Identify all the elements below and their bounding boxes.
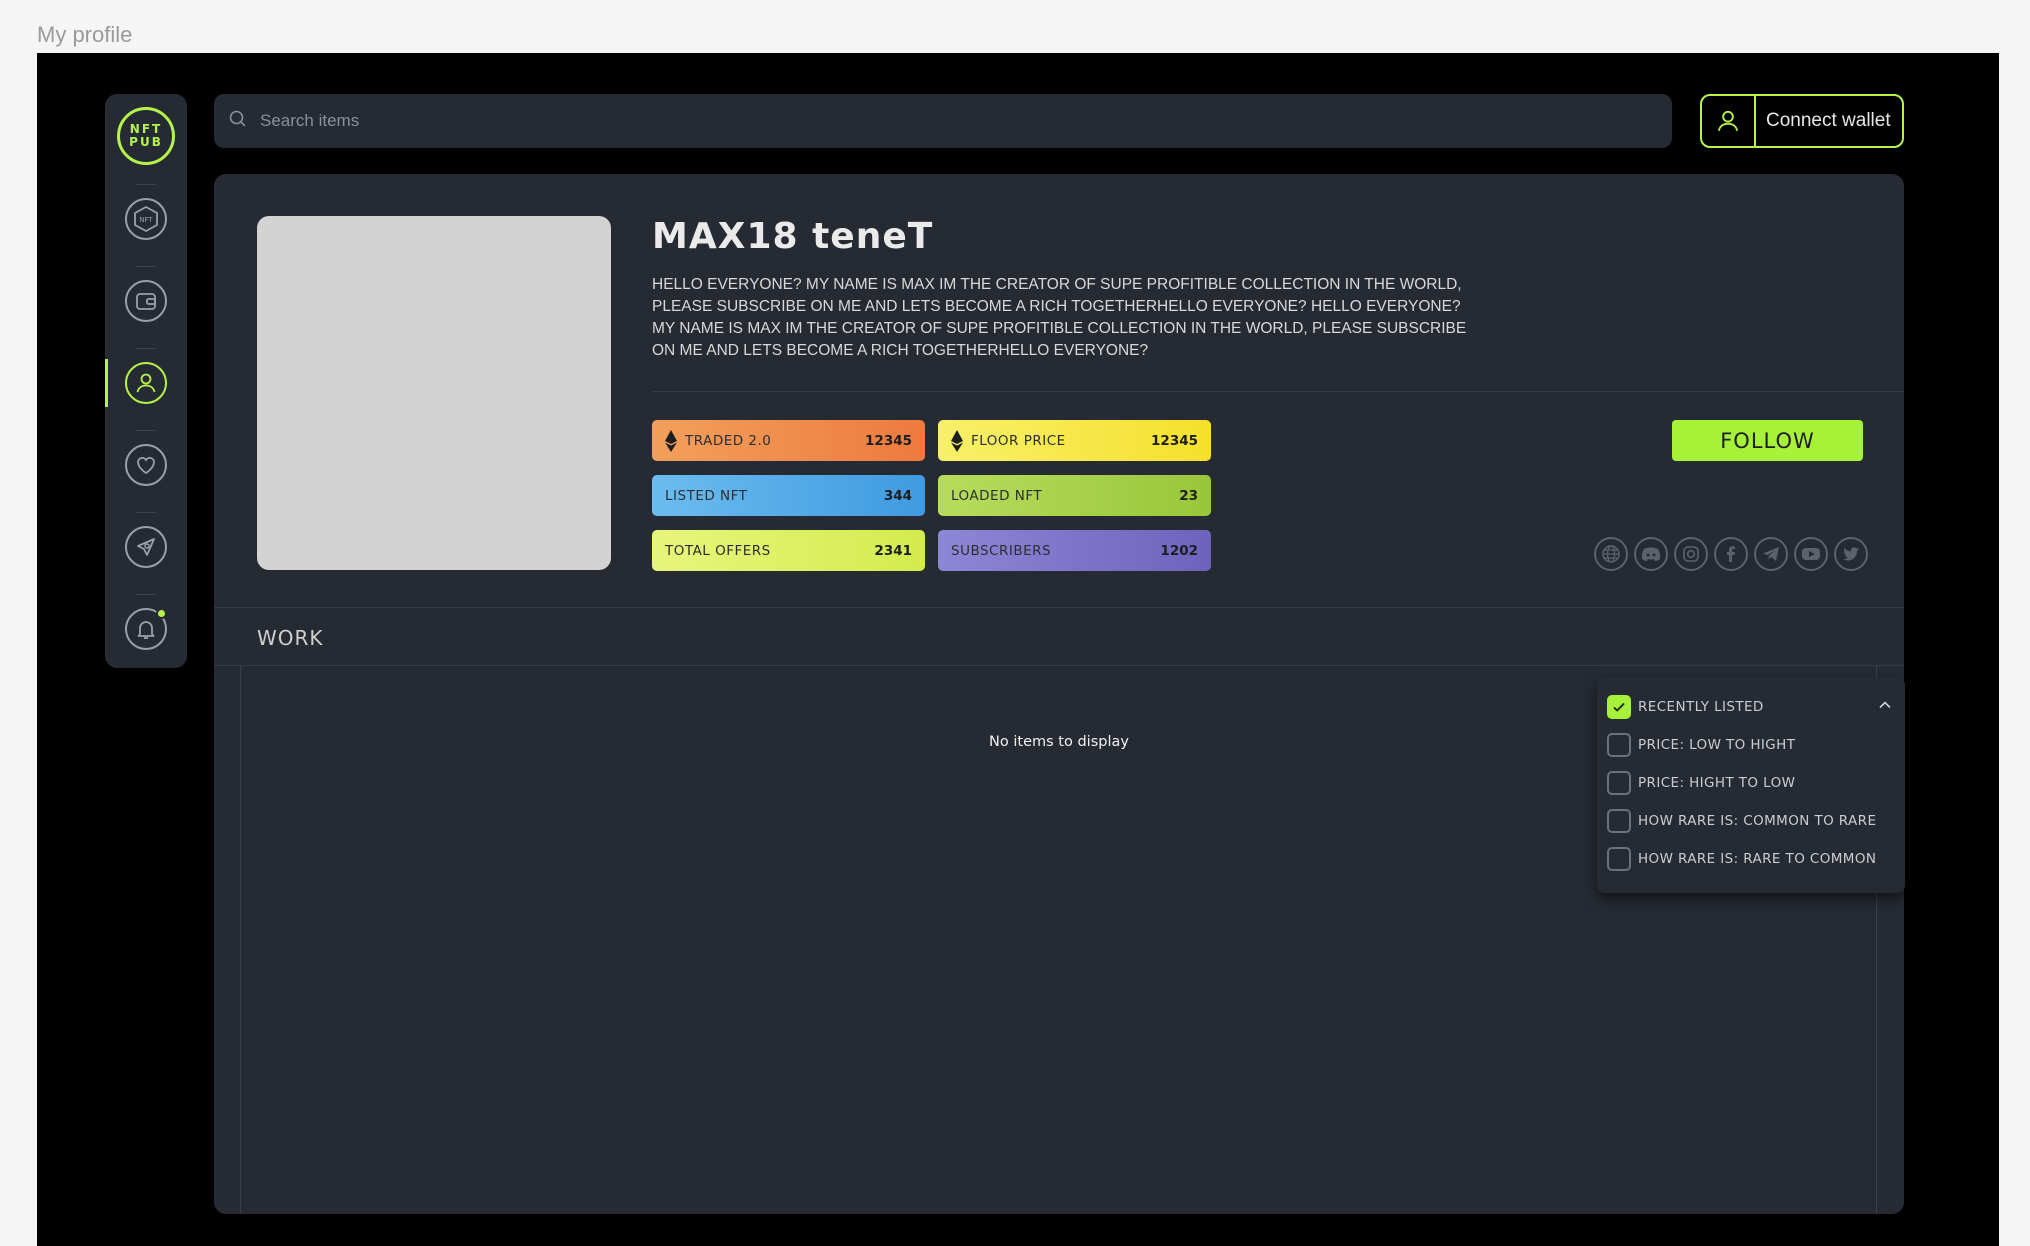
nav-divider: [136, 512, 156, 513]
stat-label: TRADED 2.0: [685, 432, 772, 449]
sort-dropdown: RECENTLY LISTED PRICE: LOW TO HIGHT PRIC…: [1597, 677, 1905, 893]
connect-wallet-label: Connect wallet: [1766, 110, 1891, 131]
youtube-icon[interactable]: [1794, 537, 1828, 571]
stat-label: FLOOR PRICE: [971, 432, 1066, 449]
sidebar: NFT PUB NFT: [105, 94, 187, 668]
heart-icon: [125, 444, 167, 486]
telegram-icon[interactable]: [1754, 537, 1788, 571]
sidebar-item-wallet[interactable]: [105, 269, 187, 333]
stat-traded: TRADED 2.0 12345: [652, 420, 925, 461]
search-input[interactable]: [260, 111, 1260, 131]
app-window: NFT PUB NFT Search items Connect wallet …: [37, 53, 1999, 1246]
sort-option-recently-listed[interactable]: RECENTLY LISTED: [1597, 688, 1905, 726]
sidebar-item-launch[interactable]: [105, 515, 187, 579]
notification-dot: [156, 608, 167, 619]
facebook-icon[interactable]: [1714, 537, 1748, 571]
stat-label: TOTAL OFFERS: [665, 542, 771, 559]
sidebar-item-notifications[interactable]: [105, 597, 187, 661]
checkbox-checked[interactable]: [1607, 695, 1631, 719]
stat-floor-price: FLOOR PRICE 12345: [938, 420, 1211, 461]
follow-button[interactable]: FOLLOW: [1672, 420, 1863, 461]
ethereum-icon: [951, 429, 963, 452]
work-section-title: WORK: [257, 626, 324, 650]
stat-value: 12345: [1151, 432, 1198, 449]
discord-icon[interactable]: [1634, 537, 1668, 571]
sort-option-label: HOW RARE IS: RARE TO COMMON: [1638, 851, 1877, 867]
search-bar: [214, 94, 1672, 148]
checkbox[interactable]: [1607, 733, 1631, 757]
stat-label: LISTED NFT: [665, 487, 748, 504]
checkbox[interactable]: [1607, 771, 1631, 795]
nftpub-logo[interactable]: NFT PUB: [117, 107, 175, 165]
nav-divider: [136, 184, 156, 185]
stat-label: LOADED NFT: [951, 487, 1043, 504]
sort-option-price-low-high[interactable]: PRICE: LOW TO HIGHT: [1597, 726, 1905, 764]
sort-option-label: PRICE: HIGHT TO LOW: [1638, 775, 1796, 791]
profile-icon: [125, 362, 167, 404]
sidebar-item-profile[interactable]: [105, 351, 187, 415]
user-icon: [1702, 96, 1756, 146]
stat-subscribers: SUBSCRIBERS 1202: [938, 530, 1211, 571]
sidebar-item-nft[interactable]: NFT: [105, 187, 187, 251]
nav-divider: [136, 266, 156, 267]
stat-total-offers: TOTAL OFFERS 2341: [652, 530, 925, 571]
stat-value: 23: [1179, 487, 1198, 504]
stat-label: SUBSCRIBERS: [951, 542, 1052, 559]
sort-option-label: HOW RARE IS: COMMON TO RARE: [1638, 813, 1877, 829]
ethereum-icon: [665, 429, 677, 452]
nft-icon: NFT: [125, 198, 167, 240]
sidebar-item-favorites[interactable]: [105, 433, 187, 497]
globe-icon[interactable]: [1594, 537, 1628, 571]
sort-option-label: PRICE: LOW TO HIGHT: [1638, 737, 1796, 753]
rocket-icon: [125, 526, 167, 568]
instagram-icon[interactable]: [1674, 537, 1708, 571]
social-links: [1594, 537, 1868, 571]
stat-value: 344: [883, 487, 912, 504]
divider: [652, 391, 1904, 392]
stat-value: 2341: [874, 542, 912, 559]
checkbox[interactable]: [1607, 847, 1631, 871]
bell-icon: [125, 608, 167, 650]
twitter-icon[interactable]: [1834, 537, 1868, 571]
nav-divider: [136, 430, 156, 431]
wallet-icon: [125, 280, 167, 322]
divider: [214, 607, 1904, 608]
stat-value: 1202: [1160, 542, 1198, 559]
logo-line2: PUB: [129, 135, 163, 149]
chevron-up-icon[interactable]: [1877, 697, 1893, 717]
stat-listed-nft: LISTED NFT 344: [652, 475, 925, 516]
nav-divider: [136, 348, 156, 349]
checkbox[interactable]: [1607, 809, 1631, 833]
search-icon: [228, 109, 248, 134]
frame-label: My profile: [37, 22, 133, 47]
svg-text:NFT: NFT: [139, 216, 153, 224]
profile-bio: HELLO EVERYONE? MY NAME IS MAX IM THE CR…: [652, 276, 1467, 359]
profile-name: MAX18 teneT: [652, 216, 934, 257]
sort-option-common-to-rare[interactable]: HOW RARE IS: COMMON TO RARE: [1597, 802, 1905, 840]
connect-wallet-button[interactable]: Connect wallet: [1700, 94, 1904, 148]
sort-option-price-high-low[interactable]: PRICE: HIGHT TO LOW: [1597, 764, 1905, 802]
nav-divider: [136, 594, 156, 595]
stat-loaded-nft: LOADED NFT 23: [938, 475, 1211, 516]
sort-option-rare-to-common[interactable]: HOW RARE IS: RARE TO COMMON: [1597, 840, 1905, 878]
profile-avatar: [257, 216, 611, 570]
sort-option-label: RECENTLY LISTED: [1638, 699, 1764, 715]
stat-value: 12345: [865, 432, 912, 449]
